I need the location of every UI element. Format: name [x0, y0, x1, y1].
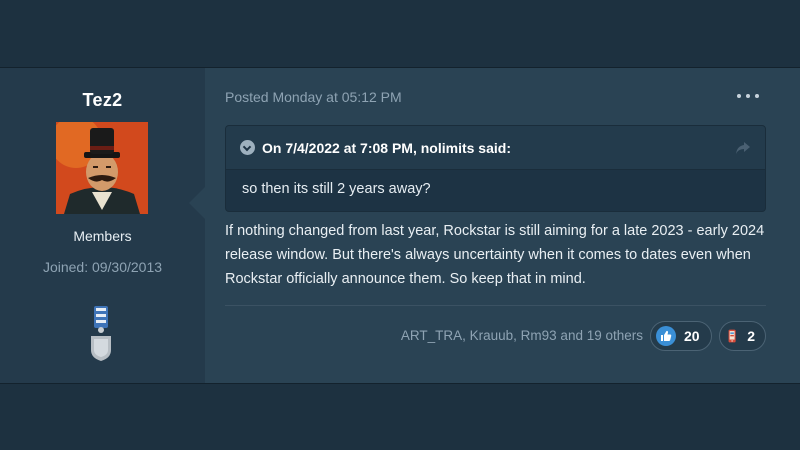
other-reaction-count: 2 — [747, 328, 755, 344]
quote-citation[interactable]: On 7/4/2022 at 7:08 PM, nolimits said: — [262, 140, 511, 156]
quote-header: On 7/4/2022 at 7:08 PM, nolimits said: — [226, 126, 765, 170]
avatar[interactable] — [56, 122, 148, 214]
divider — [225, 305, 766, 306]
thumbs-up-icon — [656, 326, 676, 346]
chevron-down-icon[interactable] — [240, 140, 255, 155]
author-joined-date: Joined: 09/30/2013 — [42, 259, 163, 275]
like-count: 20 — [684, 328, 700, 344]
phone-icon — [728, 329, 736, 343]
medal-icon[interactable] — [86, 306, 116, 362]
post-timestamp[interactable]: Posted Monday at 05:12 PM — [225, 89, 402, 105]
avatar-portrait-icon — [56, 122, 148, 214]
forum-post: Tez2 Members Joined: 09/30/2013 Posted M… — [0, 67, 800, 384]
post-content: Posted Monday at 05:12 PM On 7/4/2022 at… — [205, 68, 800, 383]
post-pointer — [189, 187, 205, 219]
quote-text: so then its still 2 years away? — [242, 181, 431, 197]
author-panel: Tez2 Members Joined: 09/30/2013 — [0, 68, 205, 383]
reaction-other-button[interactable]: 2 — [719, 321, 766, 351]
share-arrow-icon[interactable] — [735, 140, 751, 156]
post-body-text: If nothing changed from last year, Rocks… — [225, 223, 765, 287]
quote-block: On 7/4/2022 at 7:08 PM, nolimits said: s… — [225, 125, 766, 212]
author-username[interactable]: Tez2 — [0, 90, 205, 111]
ellipsis-icon[interactable] — [737, 86, 759, 106]
author-role: Members — [73, 228, 132, 244]
reactions-summary[interactable]: ART_TRA, Krauub, Rm93 and 19 others — [401, 328, 643, 343]
reaction-like-button[interactable]: 20 — [650, 321, 712, 351]
